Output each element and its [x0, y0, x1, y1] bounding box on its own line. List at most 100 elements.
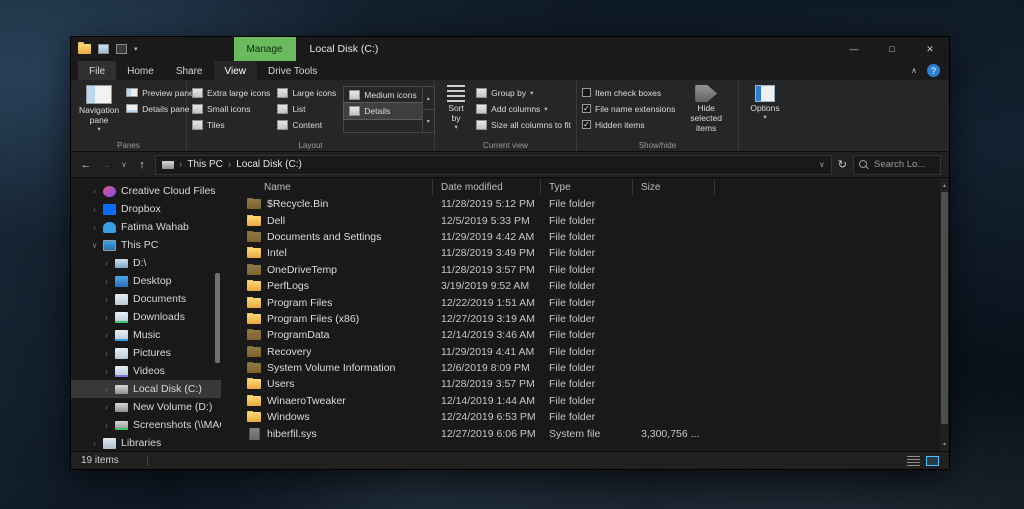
file-row[interactable]: Recovery 11/29/2019 4:41 AM File folder	[221, 344, 949, 360]
preview-pane-button[interactable]: Preview pane	[126, 86, 194, 99]
refresh-icon[interactable]: ↻	[838, 158, 847, 171]
chevron-right-icon[interactable]: ›	[103, 295, 110, 304]
file-row[interactable]: Intel 11/28/2019 3:49 PM File folder	[221, 245, 949, 261]
file-row[interactable]: Program Files 12/22/2019 1:51 AM File fo…	[221, 294, 949, 310]
file-name-extensions-checkbox[interactable]: ✓ File name extensions	[582, 102, 675, 115]
list-button[interactable]: List	[277, 102, 336, 115]
minimize-button[interactable]: —	[835, 37, 873, 61]
sidebar-item-d-drive[interactable]: › D:\	[71, 254, 221, 272]
chevron-right-icon[interactable]: ›	[103, 277, 110, 286]
hide-selected-items-button[interactable]: Hide selected items	[679, 84, 733, 138]
small-icons-button[interactable]: Small icons	[192, 102, 270, 115]
sidebar-item-local-disk-c[interactable]: › Local Disk (C:)	[71, 380, 221, 398]
chevron-right-icon[interactable]: ›	[103, 421, 110, 430]
address-bar[interactable]: › This PC › Local Disk (C:) ∨	[155, 155, 832, 175]
tab-file[interactable]: File	[78, 61, 116, 80]
item-check-boxes-checkbox[interactable]: Item check boxes	[582, 86, 675, 99]
column-header-date-modified[interactable]: Date modified	[433, 180, 541, 195]
chevron-right-icon[interactable]: ›	[103, 331, 110, 340]
chevron-down-icon[interactable]: ∨	[91, 241, 98, 250]
file-row[interactable]: hiberfil.sys 12/27/2019 6:06 PM System f…	[221, 425, 949, 441]
column-header-type[interactable]: Type	[541, 180, 633, 195]
file-row[interactable]: ProgramData 12/14/2019 3:46 AM File fold…	[221, 327, 949, 343]
large-icons-button[interactable]: Large icons	[277, 86, 336, 99]
help-icon[interactable]: ?	[927, 64, 940, 77]
file-row[interactable]: Program Files (x86) 12/27/2019 3:19 AM F…	[221, 311, 949, 327]
file-list-scrollbar[interactable]: ▴ ▾	[940, 178, 949, 451]
chevron-right-icon[interactable]: ›	[103, 403, 110, 412]
up-button[interactable]: ↑	[135, 159, 149, 171]
sidebar-item-onedrive-user[interactable]: › Fatima Wahab	[71, 218, 221, 236]
scroll-up-icon[interactable]: ▴	[940, 178, 949, 192]
size-all-columns-button[interactable]: Size all columns to fit	[476, 118, 571, 131]
sidebar-item-downloads[interactable]: › Downloads	[71, 308, 221, 326]
chevron-right-icon[interactable]: ›	[91, 205, 98, 214]
sidebar-item-pictures[interactable]: › Pictures	[71, 344, 221, 362]
navigation-pane-button[interactable]: Navigation pane ▾	[76, 84, 122, 138]
back-button[interactable]: ←	[79, 159, 93, 171]
file-row[interactable]: System Volume Information 12/6/2019 8:09…	[221, 360, 949, 376]
add-columns-button[interactable]: Add columns ▾	[476, 102, 571, 115]
details-option[interactable]: Details	[344, 103, 421, 119]
sidebar-item-new-volume-d[interactable]: › New Volume (D:)	[71, 398, 221, 416]
tiles-button[interactable]: Tiles	[192, 118, 270, 131]
address-dropdown-icon[interactable]: ∨	[819, 160, 825, 169]
scroll-down-icon[interactable]: ▾	[940, 437, 949, 451]
sidebar-item-videos[interactable]: › Videos	[71, 362, 221, 380]
breadcrumb-local-disk[interactable]: Local Disk (C:)	[236, 159, 302, 170]
chevron-right-icon[interactable]: ›	[91, 223, 98, 232]
forward-button[interactable]: →	[99, 159, 113, 171]
sidebar-item-documents[interactable]: › Documents	[71, 290, 221, 308]
sidebar-item-screenshots-network[interactable]: › Screenshots (\\MACBOOK	[71, 416, 221, 434]
properties-icon[interactable]	[98, 44, 109, 54]
sort-by-button[interactable]: Sort by ▾	[440, 84, 472, 138]
tab-home[interactable]: Home	[116, 61, 165, 80]
sidebar-item-libraries[interactable]: › Libraries	[71, 434, 221, 451]
file-row[interactable]: $Recycle.Bin 11/28/2019 5:12 PM File fol…	[221, 196, 949, 212]
file-row[interactable]: Users 11/28/2019 3:57 PM File folder	[221, 376, 949, 392]
tab-share[interactable]: Share	[165, 61, 214, 80]
chevron-right-icon[interactable]: ›	[103, 259, 110, 268]
content-button[interactable]: Content	[277, 118, 336, 131]
file-row[interactable]: Windows 12/24/2019 6:53 PM File folder	[221, 409, 949, 425]
chevron-right-icon[interactable]: ›	[103, 313, 110, 322]
column-header-name[interactable]: Name	[221, 180, 433, 195]
new-folder-icon[interactable]	[116, 44, 127, 54]
thumbnail-view-toggle-icon[interactable]	[926, 456, 939, 466]
maximize-button[interactable]: □	[873, 37, 911, 61]
tab-drive-tools[interactable]: Drive Tools	[257, 61, 328, 80]
recent-locations-icon[interactable]: ∨	[119, 160, 129, 169]
chevron-right-icon[interactable]: ›	[103, 349, 110, 358]
details-pane-button[interactable]: Details pane	[126, 102, 194, 115]
sidebar-item-this-pc[interactable]: ∨ This PC	[71, 236, 221, 254]
sidebar-item-music[interactable]: › Music	[71, 326, 221, 344]
options-button[interactable]: Options ▾	[744, 84, 786, 138]
sidebar-item-desktop[interactable]: › Desktop	[71, 272, 221, 290]
file-row[interactable]: OneDriveTemp 11/28/2019 3:57 PM File fol…	[221, 262, 949, 278]
file-row[interactable]: PerfLogs 3/19/2019 9:52 AM File folder	[221, 278, 949, 294]
gallery-scroll-down-icon[interactable]: ▾	[423, 110, 434, 132]
search-box[interactable]	[853, 155, 941, 175]
breadcrumb-this-pc[interactable]: This PC	[187, 159, 223, 170]
sidebar-scrollbar[interactable]	[215, 273, 220, 363]
chevron-right-icon[interactable]: ›	[103, 367, 110, 376]
medium-icons-option[interactable]: Medium icons	[344, 87, 421, 103]
sidebar-item-dropbox[interactable]: › Dropbox	[71, 200, 221, 218]
title-bar[interactable]: ▾ Manage Local Disk (C:) — □ ✕	[71, 37, 949, 61]
hidden-items-checkbox[interactable]: ✓ Hidden items	[582, 118, 675, 131]
chevron-right-icon[interactable]: ›	[103, 385, 110, 394]
search-input[interactable]	[874, 159, 935, 170]
breadcrumb-chevron-icon[interactable]: ›	[228, 159, 231, 170]
file-row[interactable]: WinaeroTweaker 12/14/2019 1:44 AM File f…	[221, 393, 949, 409]
close-button[interactable]: ✕	[911, 37, 949, 61]
column-header-size[interactable]: Size	[633, 180, 715, 195]
chevron-right-icon[interactable]: ›	[91, 187, 98, 196]
gallery-scroll-up-icon[interactable]: ▴	[423, 87, 434, 110]
extra-large-icons-button[interactable]: Extra large icons	[192, 86, 270, 99]
details-view-toggle-icon[interactable]	[907, 456, 920, 466]
sidebar-item-creative-cloud-files[interactable]: › Creative Cloud Files	[71, 182, 221, 200]
file-row[interactable]: Documents and Settings 11/29/2019 4:42 A…	[221, 229, 949, 245]
chevron-right-icon[interactable]: ›	[91, 439, 98, 448]
scrollbar-thumb[interactable]	[941, 192, 948, 424]
customize-quick-access-chevron-icon[interactable]: ▾	[134, 45, 138, 53]
